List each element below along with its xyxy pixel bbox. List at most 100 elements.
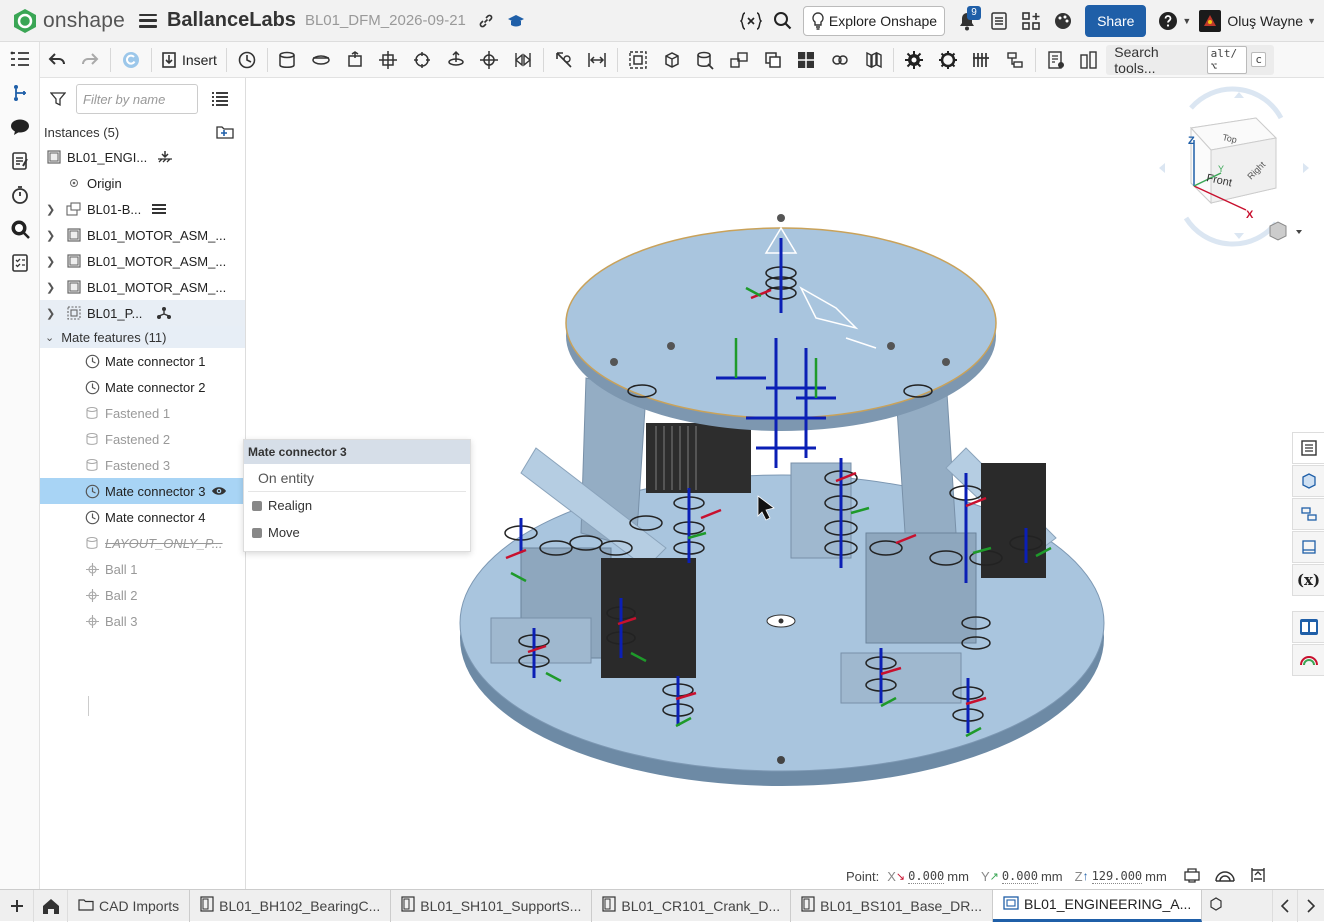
group-tool[interactable] — [621, 44, 655, 76]
measure-units-icon[interactable] — [1249, 867, 1267, 886]
mate-row[interactable]: Mate connector 2 — [40, 374, 245, 400]
appearance-panel-icon[interactable] — [1292, 465, 1324, 497]
tasks-icon[interactable] — [983, 5, 1015, 37]
motion-study-tool[interactable] — [965, 44, 999, 76]
measure-tool[interactable] — [1073, 44, 1107, 76]
history-stopwatch-icon[interactable] — [0, 178, 40, 212]
instance-row-origin[interactable]: Origin — [40, 170, 245, 196]
tab-partial[interactable] — [1202, 890, 1230, 922]
mate-row-selected[interactable]: Mate connector 3 — [40, 478, 245, 504]
tree-branch-icon[interactable] — [0, 76, 40, 110]
cylindrical-mate-tool[interactable] — [405, 44, 439, 76]
connect-tool[interactable] — [998, 44, 1032, 76]
app-store-icon[interactable] — [1015, 5, 1047, 37]
simulation-gear-icon[interactable] — [931, 44, 965, 76]
slider-mate-tool[interactable] — [338, 44, 372, 76]
render-mode-icon[interactable] — [1215, 868, 1235, 885]
mate-row[interactable]: Mate connector 4 — [40, 504, 245, 530]
variables-panel-icon[interactable]: (x) — [1292, 564, 1324, 596]
z-coordinate-value[interactable]: 129.000 — [1091, 869, 1143, 884]
named-positions-tool[interactable] — [857, 44, 891, 76]
print-3d-icon[interactable] — [1183, 867, 1201, 886]
view-options-dropdown[interactable] — [1269, 221, 1302, 241]
tangent-mate-tool[interactable] — [547, 44, 581, 76]
fastened-mate-tool[interactable] — [271, 44, 305, 76]
tabs-scroll-right-icon[interactable] — [1298, 890, 1324, 922]
rollback-bar[interactable] — [88, 696, 89, 716]
parallel-mate-tool[interactable] — [506, 44, 540, 76]
gear-relation-tool[interactable] — [722, 44, 756, 76]
regenerate-button[interactable] — [114, 44, 148, 76]
replicate-tool[interactable] — [655, 44, 689, 76]
tab-assembly-active[interactable]: BL01_ENGINEERING_A... — [993, 889, 1203, 922]
chevron-right-icon[interactable]: ❯ — [46, 281, 56, 294]
share-button[interactable]: Share — [1085, 5, 1147, 37]
tab-folder-cad-imports[interactable]: CAD Imports — [68, 889, 191, 922]
filter-by-name-input[interactable] — [76, 84, 198, 114]
undo-button[interactable] — [40, 44, 74, 76]
search-tools-field[interactable]: Search tools... alt/⌥ c — [1106, 44, 1274, 76]
planar-mate-tool[interactable] — [372, 44, 406, 76]
list-view-icon[interactable] — [212, 92, 228, 106]
tab-drawing[interactable]: BL01_BS101_Base_DR... — [791, 889, 994, 922]
configurations-panel-icon[interactable] — [1292, 498, 1324, 530]
chevron-down-icon[interactable]: ⌄ — [45, 331, 54, 344]
explore-onshape-button[interactable]: Explore Onshape — [802, 6, 946, 36]
width-mate-tool[interactable] — [580, 44, 614, 76]
variable-studio-icon[interactable] — [735, 5, 767, 37]
split-view-icon[interactable] — [1292, 611, 1324, 643]
insert-button[interactable]: Insert — [155, 46, 223, 74]
bom-panel-icon[interactable] — [1292, 531, 1324, 563]
document-title[interactable]: BallanceLabs — [167, 9, 296, 32]
search-icon[interactable] — [767, 5, 799, 37]
mate-row[interactable]: Fastened 3 — [40, 452, 245, 478]
mate-row[interactable]: Fastened 2 — [40, 426, 245, 452]
revolute-mate-tool[interactable] — [304, 44, 338, 76]
tabs-scroll-left-icon[interactable] — [1272, 889, 1298, 922]
mate-row[interactable]: Ball 3 — [40, 608, 245, 634]
y-coordinate-value[interactable]: 0.000 — [1001, 869, 1038, 884]
chevron-right-icon[interactable]: ❯ — [46, 229, 56, 242]
appearance-palette-icon[interactable] — [1047, 5, 1079, 37]
notifications-bell-icon[interactable]: 9 — [951, 5, 983, 37]
x-coordinate-value[interactable]: 0.000 — [908, 869, 945, 884]
learning-center-icon[interactable] — [506, 11, 526, 31]
add-tab-button[interactable] — [0, 889, 34, 922]
instance-row[interactable]: ❯ BL01_P... — [40, 300, 245, 326]
instance-row[interactable]: ❯ BL01_MOTOR_ASM_... — [40, 248, 245, 274]
instance-row[interactable]: ❯ BL01-B... — [40, 196, 245, 222]
comments-icon[interactable] — [0, 110, 40, 144]
tab-drawing[interactable]: BL01_SH101_SupportS... — [391, 889, 593, 922]
pin-slot-mate-tool[interactable] — [439, 44, 473, 76]
bom-tool[interactable] — [1039, 44, 1073, 76]
chevron-right-icon[interactable]: ❯ — [46, 203, 56, 216]
mate-row[interactable]: Ball 1 — [40, 556, 245, 582]
ball-mate-tool[interactable] — [473, 44, 507, 76]
move-menu-item[interactable]: Move — [244, 519, 470, 546]
tab-drawing[interactable]: BL01_CR101_Crank_D... — [592, 889, 792, 922]
new-folder-icon[interactable] — [215, 124, 235, 140]
filter-icon[interactable] — [50, 91, 66, 107]
onshape-logo[interactable]: onshape — [12, 8, 125, 34]
instance-row[interactable]: ❯ BL01_MOTOR_ASM_... — [40, 274, 245, 300]
link-icon[interactable] — [476, 11, 496, 31]
mate-features-header[interactable]: ⌄ Mate features (11) — [40, 326, 245, 348]
workspace-name[interactable]: BL01_DFM_2026-09-21 — [305, 12, 466, 29]
tab-drawing[interactable]: BL01_BH102_BearingC... — [190, 889, 392, 922]
view-cube[interactable]: Top Front Right Z Y X — [1159, 86, 1309, 247]
rack-pinion-tool[interactable] — [756, 44, 790, 76]
chevron-right-icon[interactable]: ❯ — [46, 307, 56, 320]
section-view-tool[interactable] — [789, 44, 823, 76]
release-notes-icon[interactable] — [0, 144, 40, 178]
settings-gear-icon[interactable] — [897, 44, 931, 76]
realign-menu-item[interactable]: Realign — [244, 492, 470, 519]
mate-relation-tool[interactable] — [688, 44, 722, 76]
mate-row[interactable]: Ball 2 — [40, 582, 245, 608]
render-studio-icon[interactable] — [1292, 644, 1324, 676]
instance-row[interactable]: ❯ BL01_MOTOR_ASM_... — [40, 222, 245, 248]
checklist-icon[interactable] — [0, 246, 40, 280]
explode-tool[interactable] — [823, 44, 857, 76]
mate-row[interactable]: Mate connector 1 — [40, 348, 245, 374]
eye-icon[interactable] — [211, 485, 227, 497]
search-parts-icon[interactable] — [0, 212, 40, 246]
